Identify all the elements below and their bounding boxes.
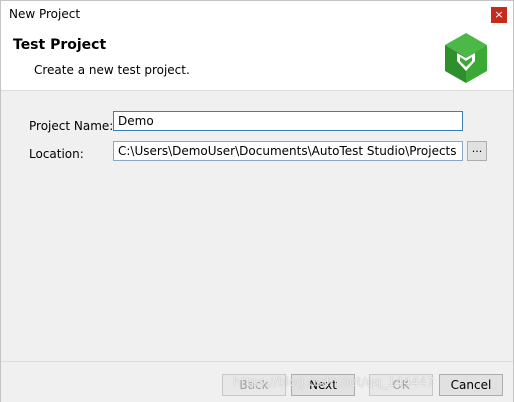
browse-button[interactable]: ... [467,141,487,161]
new-project-dialog: New Project × Test Project Create a new … [0,0,514,402]
cancel-button[interactable]: Cancel [439,374,503,396]
location-input[interactable]: C:\Users\DemoUser\Documents\AutoTest Stu… [113,141,463,161]
watermark-text: https://blog.csdn.net/qq_144447 [233,375,435,389]
project-name-input[interactable]: Demo [113,111,463,131]
location-label: Location: [29,147,84,161]
title-bar: New Project × [1,1,513,29]
header-subtitle: Create a new test project. [34,63,190,77]
header-title: Test Project [13,37,107,53]
form-area: Project Name: Demo Location: C:\Users\De… [1,91,513,361]
window-title: New Project [9,7,81,21]
close-button[interactable]: × [491,7,507,23]
wizard-header: Test Project Create a new test project. [1,29,513,91]
project-name-label: Project Name: [29,119,114,133]
green-diamond-logo-icon [445,33,487,83]
